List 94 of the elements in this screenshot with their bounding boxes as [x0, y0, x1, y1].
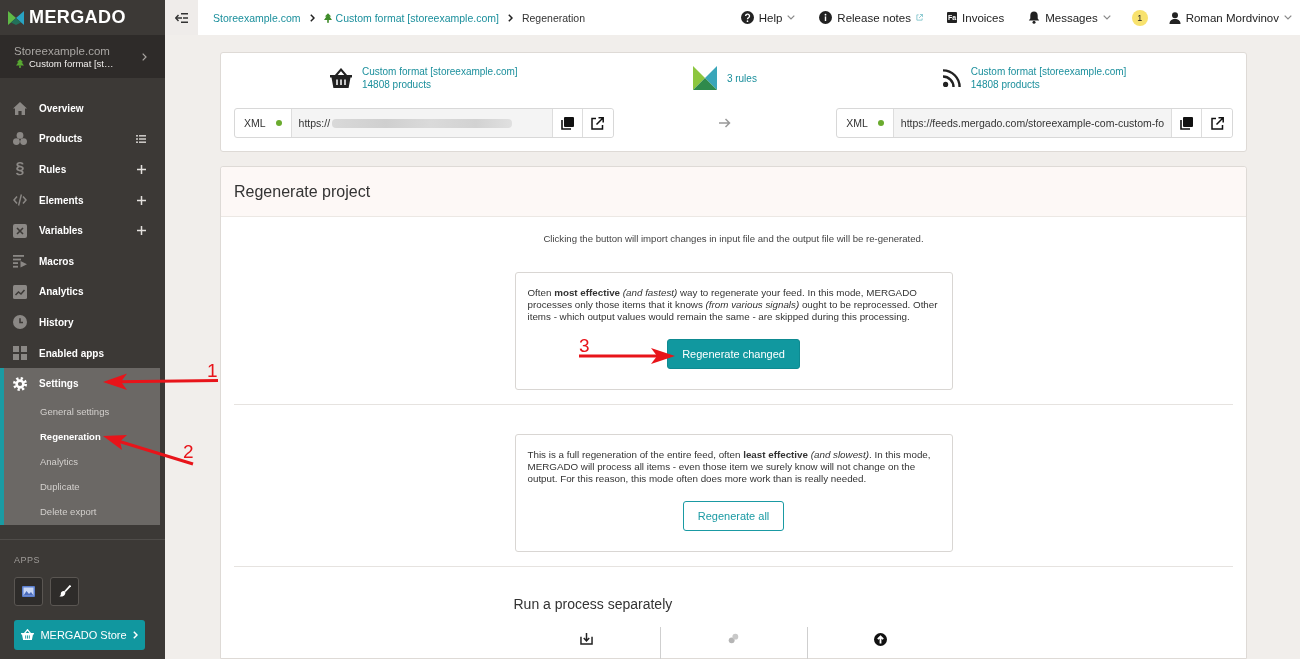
logo-text: MERGADO: [29, 7, 126, 28]
nav-item[interactable]: Analytics: [0, 276, 160, 308]
rss-icon: [942, 69, 961, 87]
upload-circle-icon: [874, 633, 888, 646]
download-tray-icon: [580, 633, 594, 645]
breadcrumb-current: Regeneration: [521, 11, 585, 24]
product-count-link[interactable]: 14808 products: [970, 79, 1040, 90]
image-icon: [22, 585, 35, 597]
chevron-right-icon: [309, 13, 315, 22]
annotation-number: 1: [207, 361, 218, 380]
topbar-menu-item[interactable]: Messages: [1028, 11, 1111, 24]
export-name-link[interactable]: Custom format [storeexample.com]: [970, 66, 1127, 77]
option-description: Often most effective (and fastest) way to regenerate your feed. In this mode, MERGADO processes only those items that it knows (from various signals) ought to be reprocessed. Other items - which output values would remain the same - are skipped during this processing.: [527, 287, 939, 323]
nav-item[interactable]: Elements: [0, 184, 160, 216]
annotation-number: 2: [183, 442, 194, 461]
breadcrumb-link[interactable]: Custom format [storeexample.com]: [323, 11, 499, 24]
boxes-icon: [13, 132, 27, 146]
submenu-item[interactable]: General settings: [40, 398, 160, 424]
product-count-link[interactable]: 14808 products: [362, 79, 431, 90]
tree-icon: [323, 12, 332, 23]
arrow-right-icon: [718, 118, 731, 128]
format-label: XML: [846, 117, 868, 129]
nav-item[interactable]: § Rules: [0, 154, 160, 185]
info-icon: [819, 11, 833, 24]
nav-item[interactable]: Products: [0, 123, 160, 155]
logo-icon: [692, 66, 717, 90]
caret-icon: [787, 15, 796, 20]
settings-icon: [13, 376, 27, 391]
export-name-link[interactable]: Custom format [storeexample.com]: [362, 66, 518, 77]
chart-icon: [13, 284, 27, 299]
grid-icon: [13, 346, 27, 361]
notification-badge: 1: [1131, 9, 1148, 26]
rules-link[interactable]: 3 rules: [726, 72, 757, 84]
submenu-item[interactable]: Duplicate: [40, 473, 160, 499]
nav-item[interactable]: Macros: [0, 245, 160, 277]
store-button[interactable]: MERGADO Store: [14, 619, 145, 650]
url-field[interactable]: https://: [291, 109, 553, 137]
app-tile-button[interactable]: [14, 576, 43, 606]
collapse-menu-icon: [175, 12, 188, 23]
circles-icon: [728, 633, 740, 644]
plus-icon[interactable]: [137, 195, 146, 205]
submenu-item[interactable]: Analytics: [40, 448, 160, 474]
nav-item[interactable]: History: [0, 307, 160, 338]
submenu-item[interactable]: Regeneration: [40, 423, 160, 449]
help-icon: [740, 11, 754, 24]
nav-item[interactable]: Enabled apps: [0, 337, 160, 369]
variable-icon: [13, 223, 27, 238]
sidebar-toggle-button[interactable]: [165, 0, 198, 35]
url-field[interactable]: https://feeds.mergado.com/storeexample-com-custom-fo: [893, 109, 1172, 137]
export-name: Custom format [st…: [29, 57, 114, 69]
chevron-right-icon: [132, 630, 138, 639]
breadcrumb-link[interactable]: Storeexample.com: [213, 11, 301, 24]
copy-icon: [560, 116, 574, 130]
basket-icon: [21, 629, 35, 641]
annotation-number: 3: [579, 336, 590, 355]
section-sign-icon: §: [13, 161, 27, 178]
basket-icon: [330, 68, 352, 88]
user-icon: [1168, 11, 1181, 24]
submenu-item[interactable]: Delete export: [40, 498, 160, 524]
nav-item[interactable]: Variables: [0, 215, 160, 246]
project-name: Storeexample.com: [14, 44, 111, 57]
caret-icon: [1284, 15, 1292, 20]
external-link-icon: [591, 116, 605, 130]
external-link-icon: [1210, 116, 1224, 130]
list-icon[interactable]: [136, 134, 146, 143]
regenerate-button[interactable]: Regenerate all: [682, 501, 785, 531]
nav-item[interactable]: Overview: [0, 93, 160, 124]
brush-icon: [58, 585, 71, 598]
chevron-right-icon: [142, 52, 147, 61]
card-title: Regenerate project: [234, 182, 371, 201]
topbar-menu-item[interactable]: Help: [740, 11, 796, 24]
intro-text: Clicking the button will import changes in input file and the output file will be re-generated.: [543, 233, 924, 244]
project-switcher[interactable]: Storeexample.com Custom format [st…: [0, 35, 165, 78]
section-title: Run a process separately: [513, 596, 674, 612]
copy-icon: [1180, 116, 1193, 130]
tree-icon: [16, 58, 24, 68]
macro-icon: [13, 254, 27, 268]
bell-icon: [1028, 11, 1041, 24]
plus-icon[interactable]: [137, 165, 146, 174]
app-tile-button[interactable]: [50, 576, 79, 606]
nav-item[interactable]: Settings: [0, 368, 160, 399]
format-label: XML: [244, 117, 266, 129]
topbar-menu-item[interactable]: Release notes: [819, 11, 923, 24]
option-description: This is a full regeneration of the entire feed, often least effective (and slowest). In this mode, MERGADO will process all items - even those item we surely know will not change on the output. For this reason, this mode often does more work than is really needed.: [527, 449, 932, 485]
plus-icon[interactable]: [137, 226, 146, 236]
external-link-icon: [915, 14, 923, 21]
topbar-menu-item[interactable]: Roman Mordvinov: [1168, 11, 1292, 24]
code-icon: [13, 194, 27, 207]
logo-icon: [8, 9, 24, 26]
home-icon: [13, 101, 27, 115]
clock-icon: [13, 315, 27, 330]
caret-icon: [1102, 15, 1111, 20]
chevron-right-icon: [507, 13, 513, 22]
section-heading: APPS: [14, 554, 40, 565]
